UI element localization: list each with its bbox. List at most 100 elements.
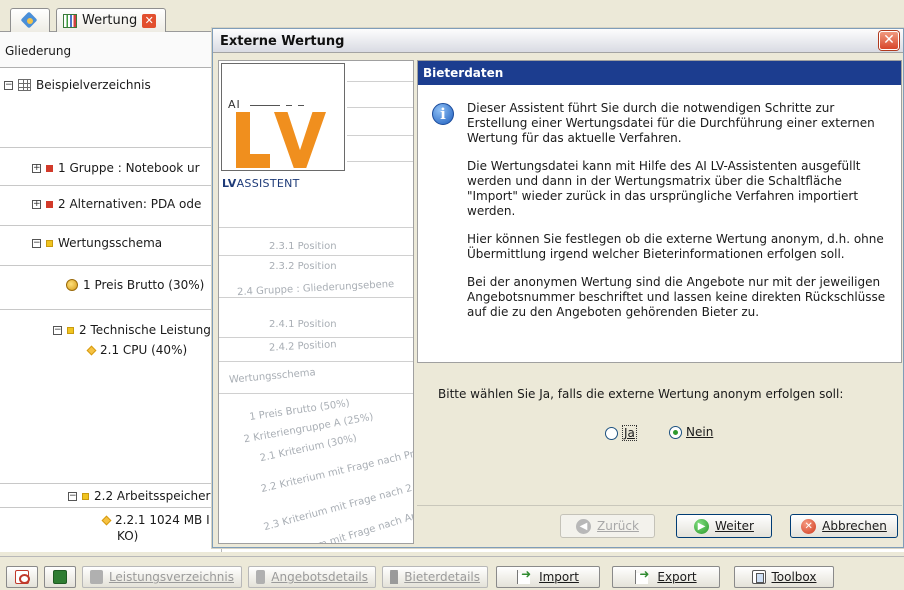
panel-header: Bieterdaten: [418, 61, 901, 85]
paragraph: Hier können Sie festlegen ob die externe…: [467, 232, 884, 261]
next-label: Weiter: [715, 519, 754, 533]
radio-ja-circle[interactable]: [605, 426, 618, 440]
leistungsverzeichnis-button[interactable]: Leistungsverzeichnis: [82, 566, 242, 588]
tab-wertung-label: Wertung: [82, 13, 138, 28]
tree-row[interactable]: − 2.2 Arbeitsspeicher: [0, 484, 222, 508]
logo-ai-text: AI: [228, 98, 241, 111]
tree-row[interactable]: − 2 Technische Leistung 2.1 CPU (40%): [0, 310, 222, 484]
logo-caption-rest: ASSISTENT: [236, 177, 300, 190]
tree-row[interactable]: 2.2.1 1024 MB I KO): [0, 508, 222, 552]
excel-button[interactable]: [44, 566, 76, 588]
toolbox-label: Toolbox: [771, 570, 817, 584]
leistungsverzeichnis-label: Leistungsverzeichnis: [108, 570, 234, 584]
import-button[interactable]: Import: [496, 566, 600, 588]
tree-label: 1 Preis Brutto (30%): [83, 278, 205, 292]
collapse-icon[interactable]: −: [32, 238, 41, 248]
cancel-x-icon: ✕: [801, 518, 817, 534]
toolbox-icon: [751, 570, 766, 584]
table-icon: [90, 570, 103, 584]
chart-icon: [63, 13, 77, 28]
back-label: Zurück: [597, 519, 639, 533]
offer-icon: [256, 570, 266, 584]
collapse-icon[interactable]: −: [53, 325, 62, 335]
panel-heading: Bieterdaten: [423, 66, 504, 80]
tree-label: 2 Alternativen: PDA ode: [58, 197, 202, 211]
radio-ja-label[interactable]: Ja: [622, 425, 637, 441]
excel-icon: [53, 570, 67, 584]
person-icon: [390, 570, 399, 584]
angebotsdetails-button[interactable]: Angebotsdetails: [248, 566, 376, 588]
cancel-button[interactable]: ✕ Abbrechen: [790, 514, 898, 538]
collapse-icon[interactable]: −: [4, 80, 13, 90]
angebotsdetails-label: Angebotsdetails: [271, 570, 368, 584]
tree-label: Beispielverzeichnis: [36, 78, 151, 92]
radio-nein-circle[interactable]: [669, 425, 682, 439]
close-icon[interactable]: ✕: [142, 13, 157, 28]
back-arrow-icon: ◀: [576, 518, 592, 534]
logo-caption-bold: LV: [222, 177, 237, 190]
cancel-label: Abbrechen: [822, 519, 887, 533]
tree-label: 2.1 CPU (40%): [100, 343, 188, 357]
info-icon: i: [432, 103, 454, 125]
ghost-row: Wertungsschema: [228, 367, 317, 386]
paragraph: Die Wertungsdatei kann mit Hilfe des AI …: [467, 159, 861, 218]
tree-row[interactable]: + 1 Gruppe : Notebook ur: [0, 148, 222, 186]
export-button[interactable]: Export: [612, 566, 720, 588]
tree-label: Wertungsschema: [58, 236, 163, 250]
expand-icon[interactable]: +: [32, 163, 41, 173]
toolbox-button[interactable]: Toolbox: [734, 566, 834, 588]
dialog-title: Externe Wertung: [220, 34, 345, 49]
bottom-toolbar: Leistungsverzeichnis Angebotsdetails Bie…: [0, 556, 904, 590]
export-label: Export: [657, 570, 697, 584]
radio-ja[interactable]: Ja: [605, 425, 637, 441]
tab-wertung[interactable]: Wertung ✕: [56, 8, 166, 32]
tree-label-continued: KO): [117, 529, 139, 543]
group-yellow-icon: [82, 492, 89, 500]
group-red-icon: [46, 200, 53, 208]
tree-row[interactable]: + 2 Alternativen: PDA ode: [0, 186, 222, 226]
group-yellow-icon: [46, 239, 53, 247]
ghost-row: 2.3.2 Position: [269, 261, 337, 272]
collapse-icon[interactable]: −: [68, 491, 77, 501]
paragraph: Dieser Assistent führt Sie durch die not…: [467, 101, 875, 145]
lv-assistent-logo: AI: [221, 63, 345, 171]
tree-label: 2 Technische Leistung: [79, 323, 211, 337]
radio-nein[interactable]: Nein: [669, 425, 713, 439]
externe-wertung-dialog: Externe Wertung ✕ AI LVASSISTENT 2.3.1 P…: [212, 28, 904, 548]
export-icon: [635, 567, 652, 584]
wizard-illustration: AI LVASSISTENT 2.3.1 Position 2.3.2 Posi…: [218, 60, 414, 544]
dialog-titlebar[interactable]: Externe Wertung ✕: [213, 29, 903, 53]
pdf-button[interactable]: [6, 566, 38, 588]
panel-text: Dieser Assistent führt Sie durch die not…: [467, 101, 892, 333]
paragraph: Bei der anonymen Wertung sind die Angebo…: [467, 275, 886, 319]
expand-icon[interactable]: +: [32, 199, 41, 209]
tree-label: 2.2.1 1024 MB I: [115, 513, 210, 527]
next-button[interactable]: ▶ Weiter: [676, 514, 772, 538]
back-button[interactable]: ◀ Zurück: [560, 514, 655, 538]
group-yellow-icon: [67, 326, 74, 334]
bieterdetails-button[interactable]: Bieterdetails: [382, 566, 488, 588]
button-separator: [417, 505, 902, 506]
outline-tree: Gliederung − Beispielverzeichnis + 1 Gru…: [0, 32, 222, 552]
criterion-icon: [86, 345, 97, 355]
next-arrow-icon: ▶: [694, 518, 710, 534]
tree-row[interactable]: 1 Preis Brutto (30%): [0, 266, 222, 310]
group-red-icon: [46, 164, 53, 172]
import-label: Import: [539, 570, 579, 584]
tab-home[interactable]: [10, 8, 50, 32]
ghost-row: 2.4.2 Position: [268, 339, 337, 354]
logo-caption: LVASSISTENT: [222, 177, 300, 190]
ghost-row: 2.4 Gruppe : Gliederungsebene: [236, 278, 395, 299]
grid-icon: [18, 79, 31, 91]
coin-icon: [66, 279, 78, 291]
outline-header: Gliederung: [0, 32, 222, 68]
close-dialog-button[interactable]: ✕: [879, 31, 899, 50]
radio-nein-label[interactable]: Nein: [686, 425, 713, 439]
tree-row[interactable]: − Beispielverzeichnis: [0, 68, 222, 148]
bieterdaten-panel: Bieterdaten i Dieser Assistent führt Sie…: [417, 60, 902, 363]
ghost-row: 2.3.1 Position: [269, 241, 337, 252]
tree-row[interactable]: − Wertungsschema: [0, 226, 222, 266]
bieterdetails-label: Bieterdetails: [404, 570, 480, 584]
home-icon: [22, 13, 38, 29]
criterion-icon: [101, 515, 112, 525]
